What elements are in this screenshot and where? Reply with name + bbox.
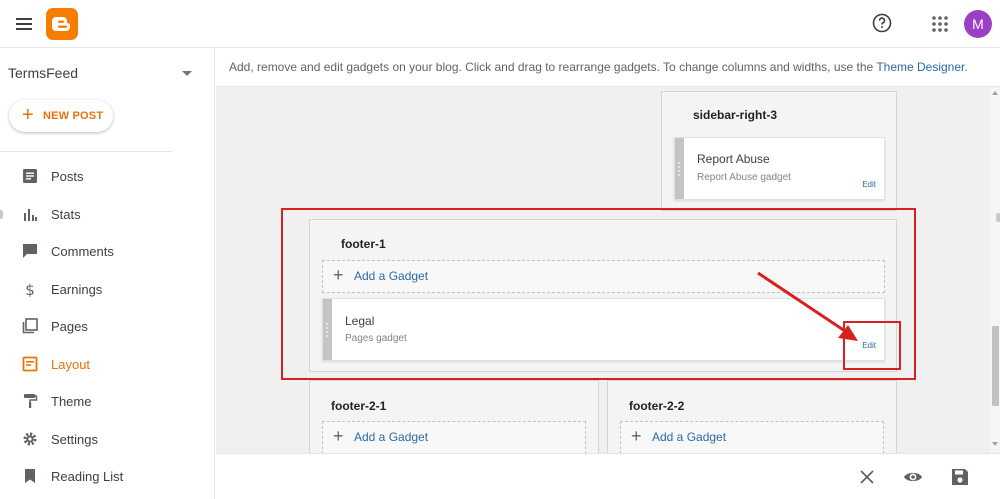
apps-grid-icon[interactable]	[928, 12, 952, 36]
sidebar-item-label: Theme	[51, 394, 92, 409]
section-title: footer-1	[341, 237, 386, 251]
section-title: footer-2-2	[629, 399, 685, 413]
save-icon[interactable]	[950, 467, 970, 487]
sidebar-item-label: Pages	[51, 319, 88, 334]
sidebar-item-stats[interactable]: Stats	[0, 196, 215, 234]
layout-icon	[22, 356, 38, 371]
top-bar: M	[0, 0, 1000, 48]
sidebar-item-label: Layout	[51, 356, 91, 372]
bottom-action-bar	[216, 453, 1000, 499]
blog-name: TermsFeed	[8, 65, 79, 81]
bookmark-icon	[25, 469, 35, 483]
drag-handle[interactable]	[675, 138, 684, 199]
pages-icon	[22, 318, 38, 334]
add-gadget-label: Add a Gadget	[354, 269, 429, 283]
paint-roller-icon	[24, 394, 38, 408]
dollar-icon: $	[25, 281, 35, 297]
gadget-subtitle: Report Abuse gadget	[697, 172, 791, 183]
stats-icon	[24, 208, 37, 221]
gadget-title: Legal	[345, 314, 375, 328]
new-post-label: NEW POST	[43, 110, 104, 122]
sidebar-item-comments[interactable]: Comments	[0, 233, 215, 271]
section-title: footer-2-1	[331, 399, 387, 413]
scroll-down-arrow-icon[interactable]	[992, 442, 998, 446]
chevron-down-icon	[182, 71, 192, 76]
svg-text:$: $	[25, 281, 35, 297]
blogger-logo[interactable]	[46, 8, 78, 40]
edge-handle	[996, 213, 1000, 222]
plus-icon: +	[333, 426, 344, 446]
add-gadget-button[interactable]: + Add a Gadget	[322, 421, 586, 454]
sidebar-item-theme[interactable]: Theme	[0, 383, 215, 421]
section-sidebar-right-3: sidebar-right-3 Report Abuse Report Abus…	[661, 91, 897, 211]
gadget-subtitle: Pages gadget	[345, 333, 407, 344]
edit-link[interactable]: Edit	[862, 180, 876, 189]
section-title: sidebar-right-3	[693, 108, 778, 122]
close-icon[interactable]	[857, 467, 877, 487]
sidebar-item-pages[interactable]: Pages	[0, 308, 215, 346]
sidebar-item-settings[interactable]: Settings	[0, 421, 215, 459]
sidebar-divider	[0, 151, 172, 152]
add-gadget-label: Add a Gadget	[652, 430, 727, 444]
posts-icon	[23, 169, 37, 183]
info-text: Add, remove and edit gadgets on your blo…	[229, 60, 877, 74]
sidebar: TermsFeed + NEW POST Posts Stats Comment…	[0, 48, 215, 499]
plus-icon: +	[333, 265, 344, 285]
add-gadget-button[interactable]: + Add a Gadget	[620, 421, 884, 454]
annotation-arrow-icon	[757, 271, 858, 341]
blogger-layout-app: M TermsFeed + NEW POST Posts Stats Comme…	[0, 0, 1000, 499]
gadget-title: Report Abuse	[697, 152, 770, 166]
edge-handle	[0, 210, 3, 219]
blog-selector[interactable]: TermsFeed	[8, 65, 198, 85]
sidebar-item-earnings[interactable]: $ Earnings	[0, 271, 215, 309]
eye-preview-icon[interactable]	[903, 467, 923, 487]
drag-handle[interactable]	[323, 299, 332, 360]
sidebar-item-label: Posts	[51, 169, 84, 184]
sidebar-item-label: Settings	[51, 431, 98, 447]
add-gadget-label: Add a Gadget	[354, 430, 429, 444]
plus-icon: +	[22, 104, 34, 126]
info-text-end: .	[964, 60, 968, 74]
avatar[interactable]: M	[964, 10, 992, 38]
layout-editor: Add, remove and edit gadgets on your blo…	[216, 48, 1000, 499]
theme-designer-link[interactable]: Theme Designer	[876, 60, 964, 74]
gadget-report-abuse[interactable]: Report Abuse Report Abuse gadget Edit	[674, 137, 885, 200]
help-icon[interactable]	[870, 11, 894, 35]
info-bar: Add, remove and edit gadgets on your blo…	[216, 48, 1000, 87]
sidebar-nav: Posts Stats Comments $ Earnings Pages La…	[0, 158, 215, 496]
sidebar-item-label: Comments	[51, 244, 114, 259]
sidebar-item-layout[interactable]: Layout	[0, 346, 215, 384]
sidebar-item-label: Earnings	[51, 281, 103, 297]
blogger-b-icon	[52, 17, 70, 31]
gear-icon	[23, 432, 37, 445]
hamburger-menu-icon[interactable]	[14, 14, 34, 34]
scroll-up-arrow-icon[interactable]	[992, 91, 998, 95]
new-post-button[interactable]: + NEW POST	[9, 100, 113, 132]
sidebar-item-label: Stats	[51, 206, 81, 222]
scrollbar-thumb[interactable]	[992, 326, 999, 406]
sidebar-item-label: Reading List	[51, 469, 124, 484]
sidebar-item-reading-list[interactable]: Reading List	[0, 458, 215, 496]
plus-icon: +	[631, 426, 642, 446]
comments-icon	[23, 244, 37, 258]
sidebar-item-posts[interactable]: Posts	[0, 158, 215, 196]
